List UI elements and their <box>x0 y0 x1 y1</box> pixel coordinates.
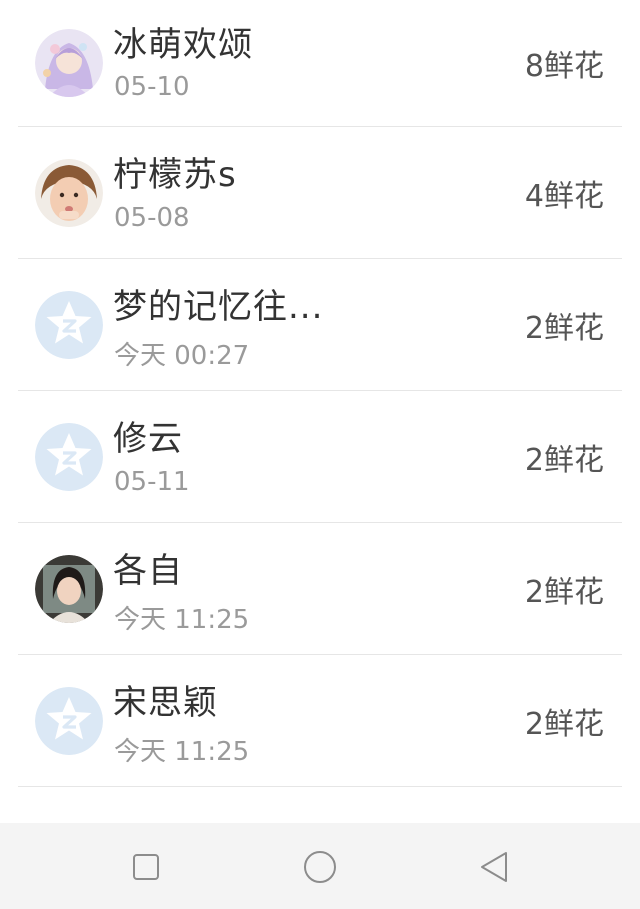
contact-time: 今天 11:25 <box>114 605 250 635</box>
square-icon <box>133 854 159 880</box>
back-button[interactable] <box>472 845 516 889</box>
contact-time: 05-08 <box>114 203 190 233</box>
contact-name: 宋思颖 <box>113 683 218 723</box>
home-button[interactable] <box>298 845 342 889</box>
avatar[interactable] <box>35 686 103 755</box>
avatar[interactable] <box>35 554 103 623</box>
recent-apps-button[interactable] <box>124 845 168 889</box>
contact-name: 修云 <box>113 419 183 459</box>
triangle-back-icon <box>481 852 507 882</box>
avatar[interactable] <box>35 158 103 227</box>
list-item[interactable]: 各自 今天 11:25 2鲜花 <box>18 523 622 655</box>
list-item[interactable]: 修云 05-11 2鲜花 <box>18 391 622 523</box>
flower-count: 2鲜花 <box>524 706 604 742</box>
contact-name: 各自 <box>113 551 183 591</box>
flower-ranking-list: 冰萌欢颂 05-10 8鲜花 柠檬苏s 05-08 4鲜花 梦的记忆往... 今… <box>0 0 640 787</box>
default-qzone-star-icon <box>35 290 103 359</box>
list-item[interactable]: 宋思颖 今天 11:25 2鲜花 <box>18 655 622 787</box>
child-photo-avatar-icon <box>35 158 103 227</box>
default-qzone-star-icon <box>35 686 103 755</box>
contact-time: 05-10 <box>114 72 190 102</box>
flower-count: 2鲜花 <box>524 574 604 610</box>
default-qzone-star-icon <box>35 422 103 491</box>
contact-time: 今天 11:25 <box>114 737 250 767</box>
woman-photo-avatar-icon <box>35 554 103 623</box>
flower-count: 4鲜花 <box>524 178 604 214</box>
contact-name: 冰萌欢颂 <box>113 25 253 65</box>
flower-count: 2鲜花 <box>524 310 604 346</box>
circle-icon <box>304 851 336 883</box>
contact-name: 柠檬苏s <box>113 155 237 195</box>
flower-count: 8鲜花 <box>524 49 604 84</box>
avatar[interactable] <box>35 290 103 359</box>
flower-count: 2鲜花 <box>524 442 604 478</box>
avatar[interactable] <box>35 422 103 491</box>
list-item[interactable]: 梦的记忆往... 今天 00:27 2鲜花 <box>18 259 622 391</box>
contact-time: 05-11 <box>114 467 190 497</box>
list-item[interactable]: 柠檬苏s 05-08 4鲜花 <box>18 127 622 259</box>
list-item[interactable]: 冰萌欢颂 05-10 8鲜花 <box>18 0 622 127</box>
contact-name: 梦的记忆往... <box>113 287 324 327</box>
contact-time: 今天 00:27 <box>114 341 250 371</box>
avatar[interactable] <box>35 29 103 97</box>
anime-girl-avatar-icon <box>35 29 103 97</box>
system-navigation-bar <box>0 823 640 909</box>
